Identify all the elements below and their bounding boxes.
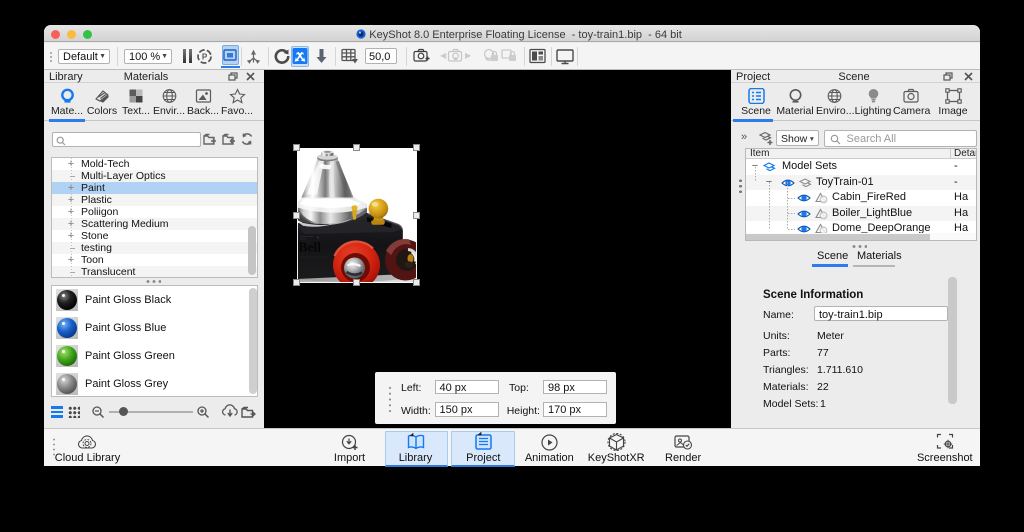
- svg-text:P: P: [202, 53, 208, 62]
